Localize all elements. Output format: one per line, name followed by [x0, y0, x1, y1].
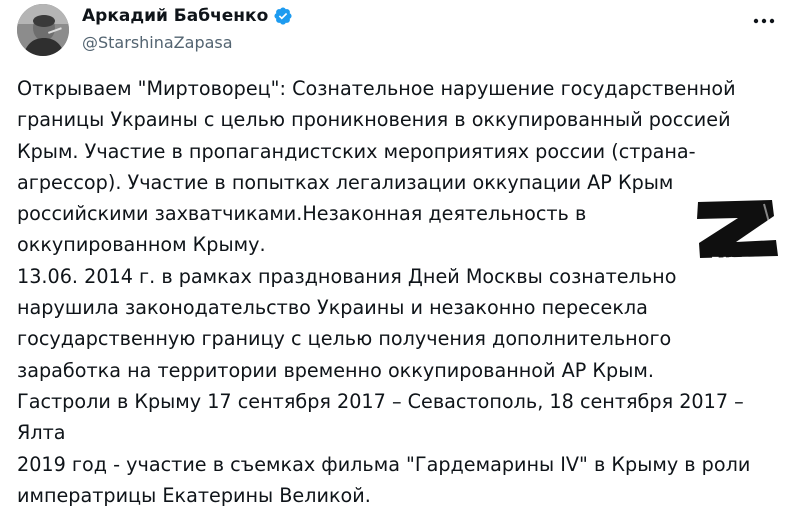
z-people-logo: ЛЮДИ	[694, 196, 784, 270]
tweet-text-line: 13.06. 2014 г. в рамках празднования Дне…	[17, 264, 677, 288]
tweet-header: Аркадий Бабченко @StarshinaZapasa	[17, 4, 777, 56]
tweet-text: Открываем "Миртоворец": Сознательное нар…	[17, 73, 777, 511]
tweet-text-line: Крым. Участие в пропагандистских меропри…	[17, 139, 696, 163]
tweet-text-line: Ялта	[17, 421, 66, 445]
tweet-text-line: Открываем "Миртоворец": Сознательное нар…	[17, 77, 736, 100]
tweet-text-line: Гастроли в Крыму 17 сентября 2017 – Сева…	[17, 389, 744, 413]
tweet-text-line: российскими захватчиками.Незаконная деят…	[17, 202, 587, 226]
author-handle[interactable]: @StarshinaZapasa	[82, 32, 293, 54]
avatar-photo-icon	[17, 4, 69, 56]
avatar[interactable]	[17, 4, 69, 56]
tweet-text-line: нарушила законодательство Украины и неза…	[17, 296, 648, 320]
author-names: Аркадий Бабченко @StarshinaZapasa	[82, 4, 293, 54]
tweet-text-line: агрессор). Участие в попытках легализаци…	[17, 170, 674, 194]
verified-badge-icon	[273, 6, 293, 26]
tweet-text-line: границы Украины с целью проникновения в …	[17, 108, 731, 132]
tweet-text-line: государственную границу с целью получени…	[17, 327, 672, 351]
author-display-name[interactable]: Аркадий Бабченко	[82, 4, 268, 28]
tweet-text-line: императрицы Екатерины Великой.	[17, 483, 371, 507]
tweet-text-line: заработка на территории временно оккупир…	[17, 358, 654, 382]
logo-caption: ЛЮДИ	[710, 255, 767, 269]
display-name-row: Аркадий Бабченко	[82, 4, 293, 28]
tweet-text-line: оккупированном Крыму.	[17, 233, 266, 257]
more-options-icon[interactable]	[753, 10, 775, 24]
tweet-text-line: 2019 год - участие в съемках фильма "Гар…	[17, 452, 751, 476]
